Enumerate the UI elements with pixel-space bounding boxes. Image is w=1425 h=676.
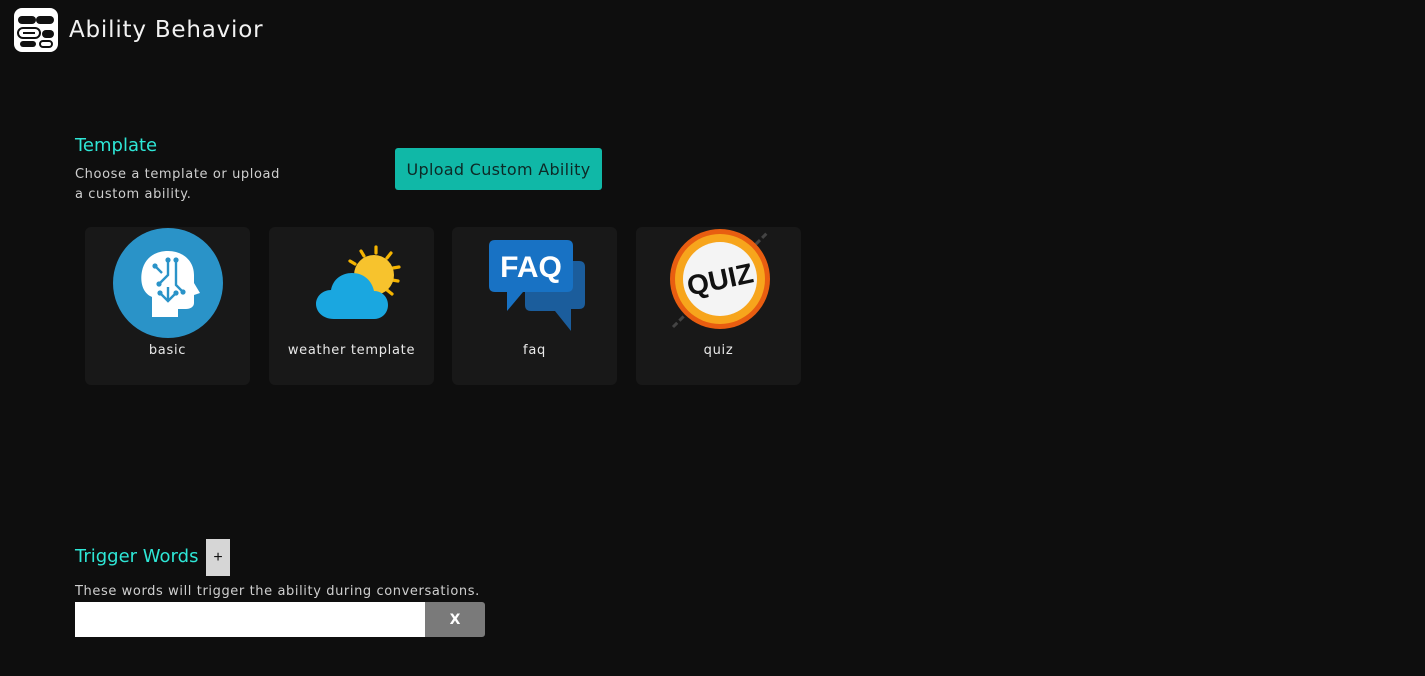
upload-custom-ability-button[interactable]: Upload Custom Ability (395, 148, 602, 190)
trigger-words-description: These words will trigger the ability dur… (75, 584, 480, 599)
quiz-badge-icon: QUIZ (670, 229, 770, 329)
trigger-words-heading: Trigger Words (75, 546, 199, 567)
app-title: Ability Behavior (69, 17, 264, 43)
template-description-line2: a custom ability. (75, 187, 192, 202)
template-card-label: basic (148, 343, 187, 358)
template-card-label: weather template (287, 343, 416, 358)
add-trigger-word-button[interactable]: + (206, 539, 230, 576)
remove-trigger-word-button[interactable]: X (425, 602, 485, 637)
ai-head-icon (113, 228, 223, 338)
template-card-quiz[interactable]: QUIZ quiz (636, 227, 801, 385)
template-card-faq[interactable]: FAQ faq (452, 227, 617, 385)
chat-bubbles-logo-icon[interactable] (14, 8, 58, 52)
svg-text:FAQ: FAQ (500, 251, 562, 284)
app-header: Ability Behavior (14, 8, 263, 52)
template-card-label: quiz (703, 343, 734, 358)
faq-chat-icon: FAQ (489, 240, 585, 331)
template-card-basic[interactable]: basic (85, 227, 250, 385)
template-heading: Template (75, 135, 158, 156)
trigger-word-input[interactable] (75, 602, 425, 637)
template-description-line1: Choose a template or upload (75, 167, 280, 182)
template-card-label: faq (523, 343, 546, 358)
template-card-weather[interactable]: weather template (269, 227, 434, 385)
template-description: Choose a template or upload a custom abi… (75, 165, 280, 205)
partly-cloudy-icon (316, 245, 401, 319)
